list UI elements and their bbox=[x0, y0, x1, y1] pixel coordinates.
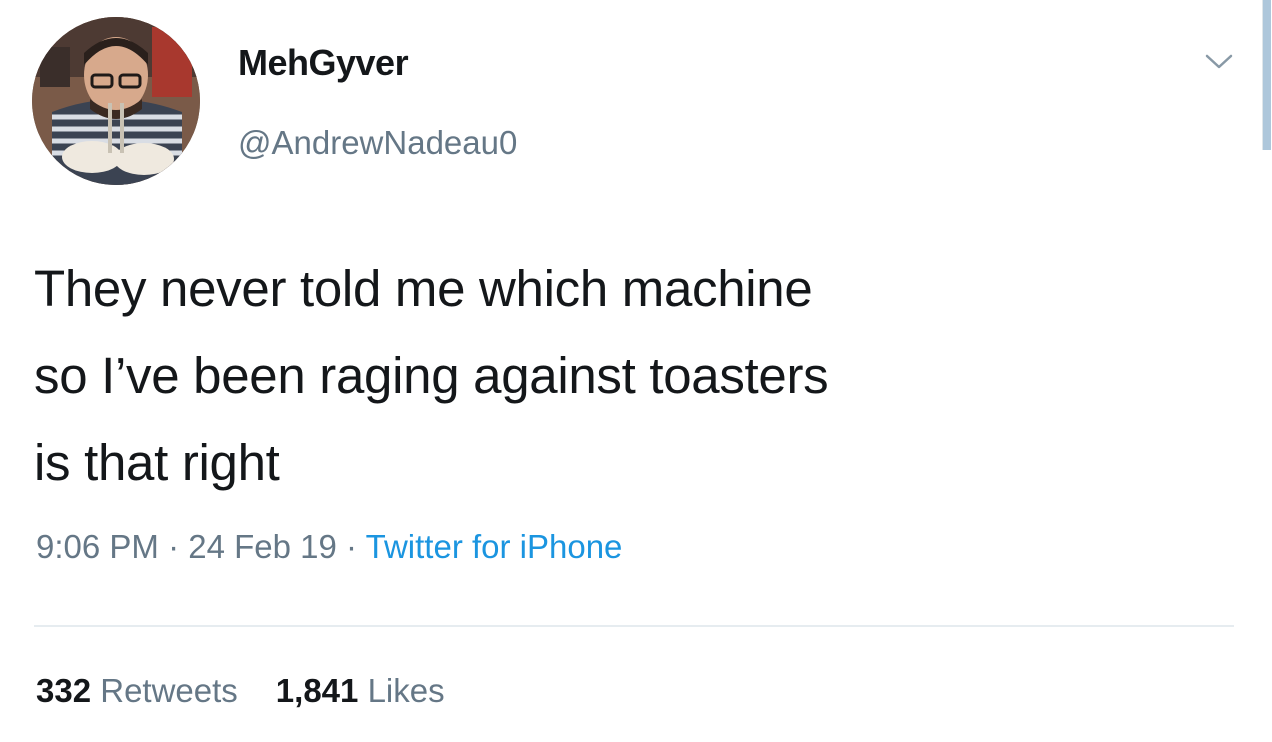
tweet-text-line: They never told me which machine bbox=[34, 260, 813, 317]
chevron-down-icon[interactable] bbox=[1204, 52, 1234, 72]
tweet-text-line: is that right bbox=[34, 434, 280, 491]
tweet-date[interactable]: 24 Feb 19 bbox=[188, 528, 337, 565]
retweets-count: 332 bbox=[36, 672, 92, 709]
avatar-photo bbox=[32, 17, 200, 185]
likes-count: 1,841 bbox=[275, 672, 359, 709]
tweet-text: They never told me which machine so I’ve… bbox=[34, 245, 1214, 506]
retweets-label: Retweets bbox=[100, 672, 238, 709]
scrollbar[interactable] bbox=[1262, 0, 1272, 150]
likes-stat[interactable]: 1,841 Likes bbox=[276, 672, 445, 709]
tweet-stats: 332 Retweets 1,841 Likes bbox=[36, 672, 445, 710]
tweet-meta: 9:06 PM · 24 Feb 19 · Twitter for iPhone bbox=[36, 528, 622, 566]
tweet-card: MehGyver @AndrewNadeau0 They never told … bbox=[0, 0, 1272, 742]
scrollbar-thumb[interactable] bbox=[1263, 0, 1271, 150]
meta-separator: · bbox=[346, 528, 358, 565]
tweet-time[interactable]: 9:06 PM bbox=[36, 528, 159, 565]
avatar[interactable] bbox=[32, 17, 200, 185]
meta-separator: · bbox=[168, 528, 180, 565]
tweet-source-link[interactable]: Twitter for iPhone bbox=[366, 528, 623, 565]
tweet-text-line: so I’ve been raging against toasters bbox=[34, 347, 829, 404]
likes-label: Likes bbox=[367, 672, 445, 709]
divider bbox=[34, 625, 1234, 627]
user-handle[interactable]: @AndrewNadeau0 bbox=[238, 124, 517, 162]
retweets-stat[interactable]: 332 Retweets bbox=[36, 672, 238, 709]
display-name[interactable]: MehGyver bbox=[238, 42, 409, 84]
